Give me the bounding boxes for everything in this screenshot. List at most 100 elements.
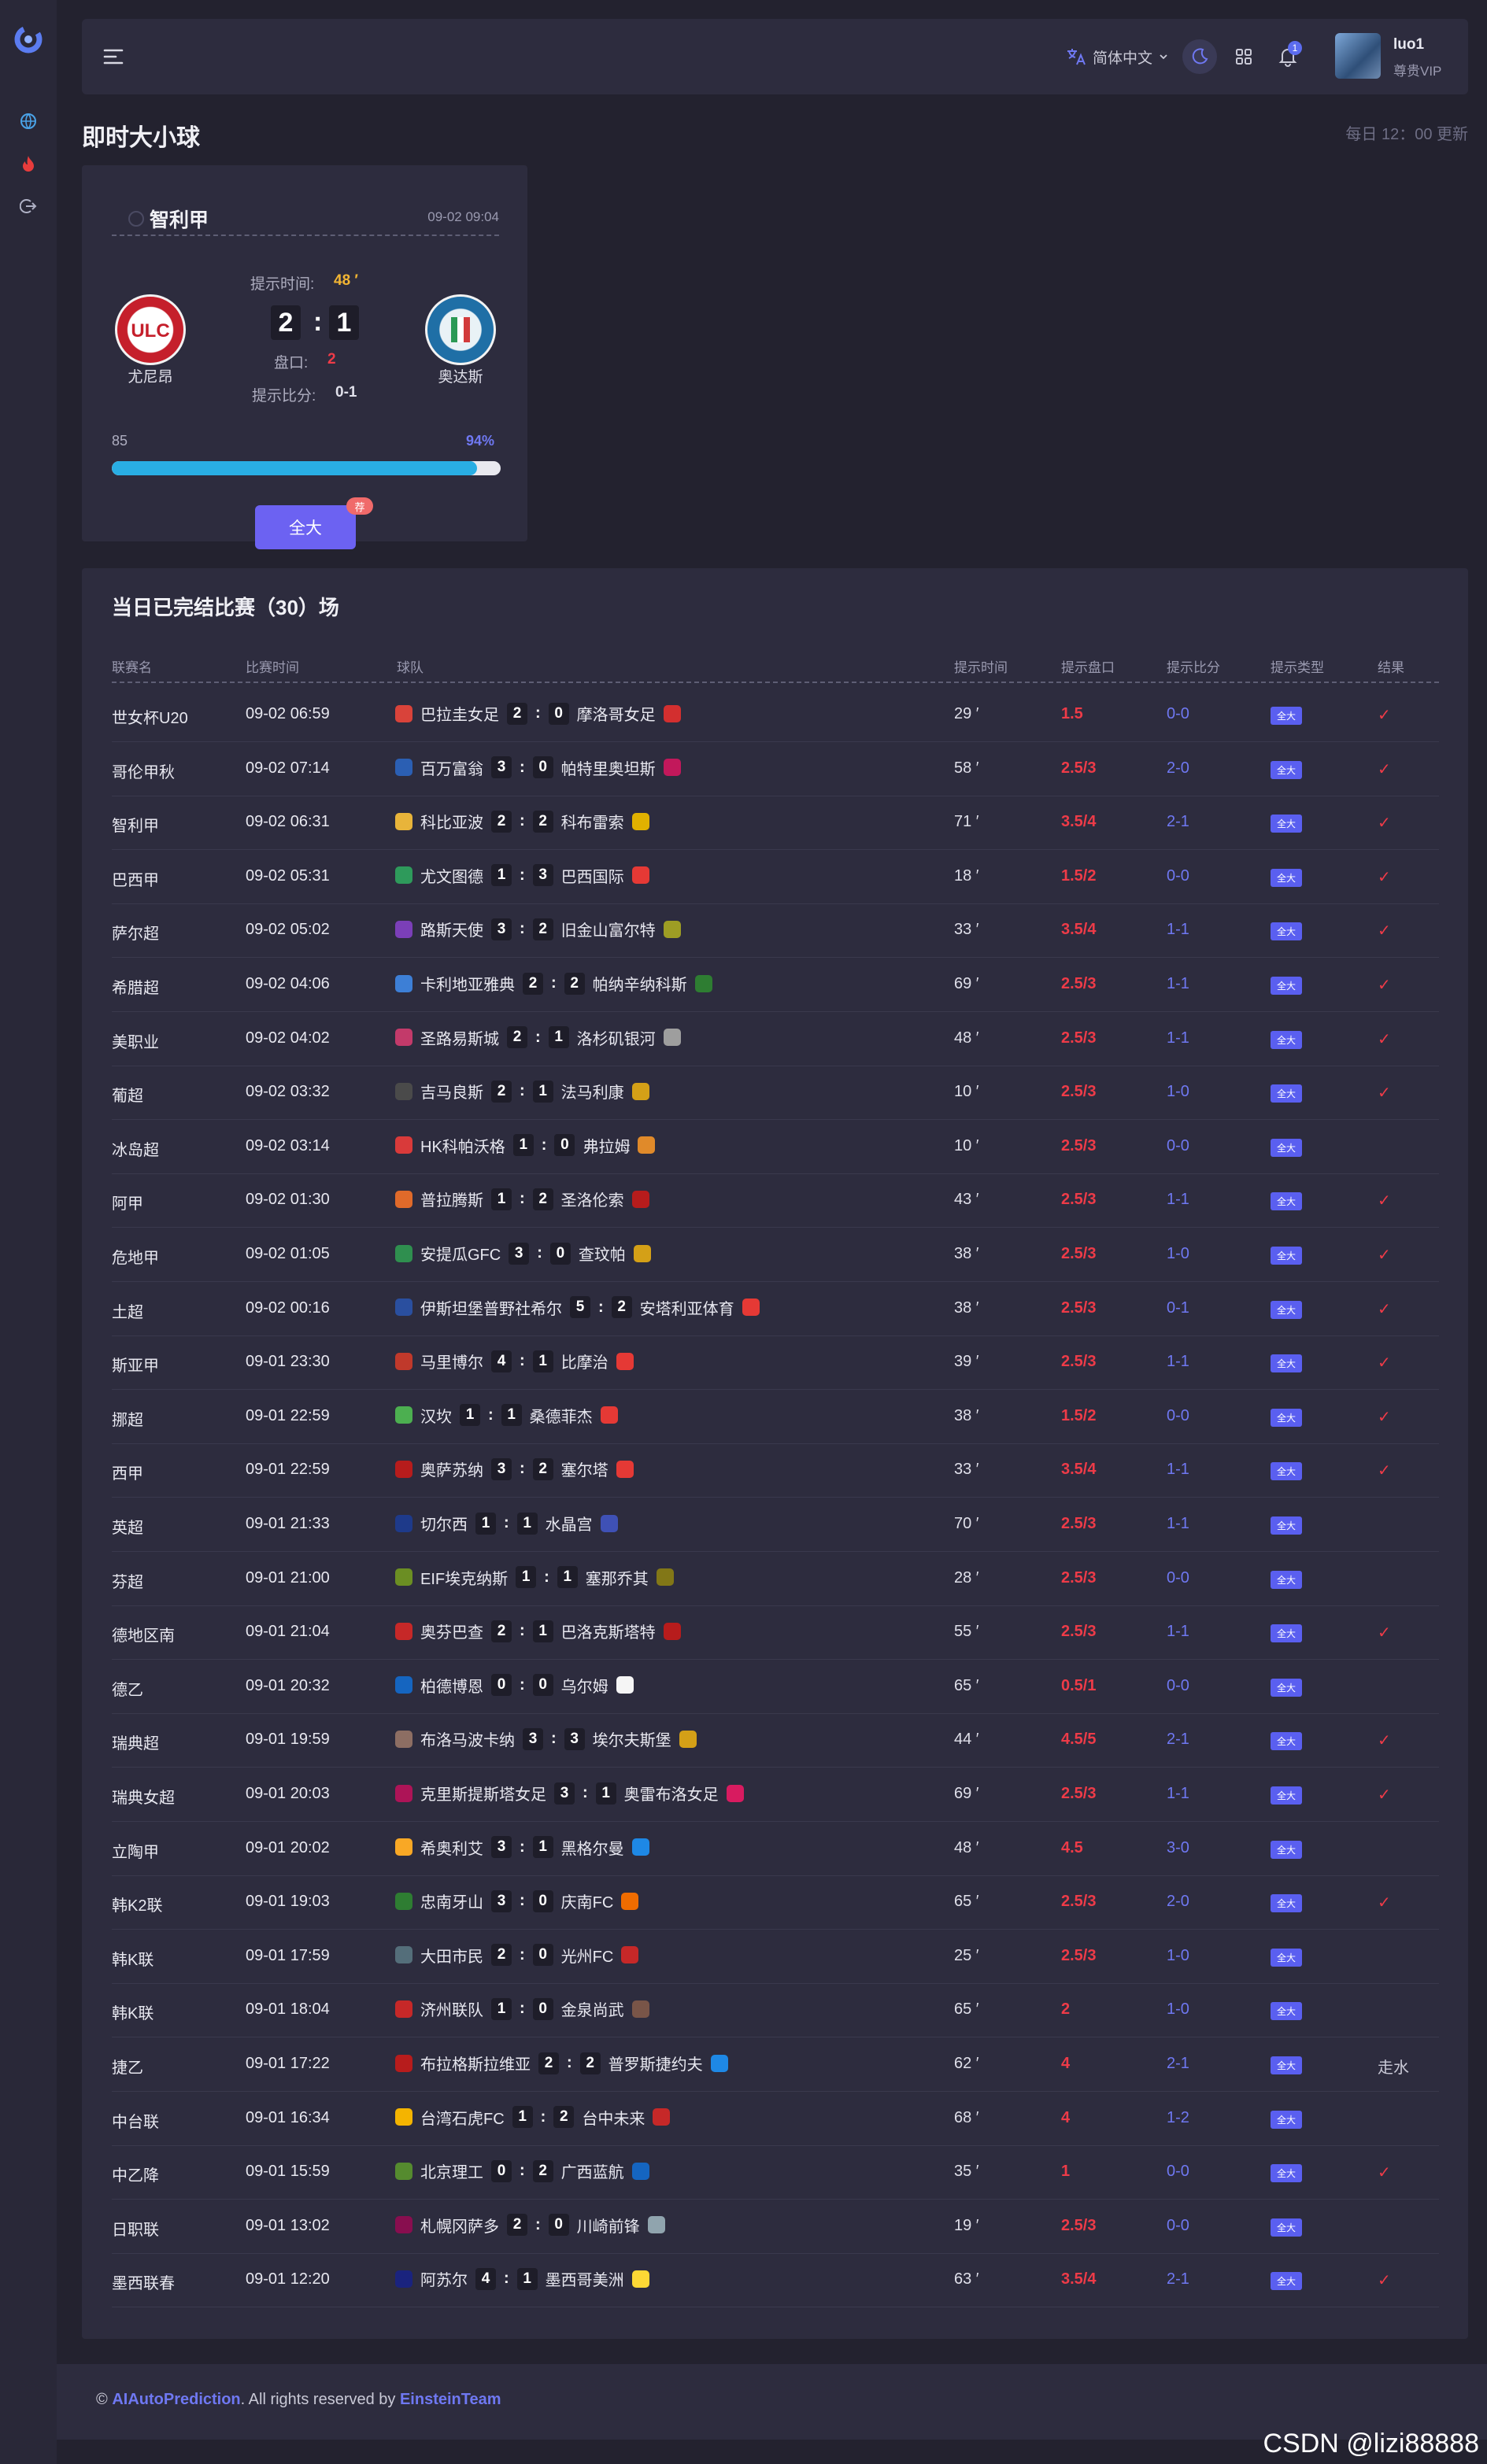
app-logo[interactable]: [11, 22, 46, 57]
row-league: 希腊超: [112, 980, 159, 997]
table-row: 危地甲 09-02 01:05 安提瓜GFC 3:0 查玟帕 38 ′ 2.5/3 1-0 全大…: [112, 1228, 1439, 1282]
tip-type-button[interactable]: 全大: [255, 505, 356, 549]
row-home-team: 阿苏尔: [420, 2272, 468, 2290]
row-tip-line: 2.5/3: [1061, 1191, 1097, 1209]
away-logo-icon: [633, 1244, 651, 1262]
row-tip-type-badge: 全大: [1271, 1192, 1303, 1211]
user-role: 尊贵VIP: [1393, 64, 1442, 79]
row-away-team: 广西蓝航: [560, 2164, 624, 2182]
menu-toggle-icon[interactable]: [102, 46, 126, 68]
globe-icon[interactable]: [17, 110, 39, 132]
notifications-button[interactable]: 1: [1271, 39, 1305, 74]
away-logo-icon: [600, 1406, 618, 1424]
live-datetime: 09-02 09:04: [427, 209, 499, 224]
row-tip-type-badge: 全大: [1271, 868, 1303, 887]
row-tip-time: 38 ′: [954, 1406, 979, 1424]
row-away-team: 塞尔塔: [560, 1462, 608, 1480]
row-league: 捷乙: [112, 2059, 143, 2077]
logout-icon[interactable]: [17, 195, 39, 217]
row-tip-time: 10 ′: [954, 1136, 979, 1154]
row-away-team: 奥雷布洛女足: [623, 1786, 719, 1804]
user-name[interactable]: luo1: [1393, 36, 1424, 54]
row-away-team: 帕纳辛纳科斯: [592, 977, 687, 994]
row-league: 世女杯U20: [112, 710, 188, 727]
row-time: 09-02 06:31: [246, 813, 330, 831]
table-row: 中台联 09-01 16:34 台湾石虎FC 1:2 台中未来 68 ′ 4 1-2 全大: [112, 2092, 1439, 2146]
row-home-score: 3: [491, 756, 512, 779]
row-time: 09-01 17:22: [246, 2055, 330, 2072]
row-time: 09-01 16:34: [246, 2108, 330, 2126]
notification-count-badge: 1: [1288, 41, 1302, 55]
apps-button[interactable]: [1226, 39, 1261, 74]
team-link[interactable]: EinsteinTeam: [400, 2391, 501, 2408]
row-score-separator: :: [520, 920, 525, 938]
check-icon: ✓: [1378, 1462, 1391, 1480]
row-teams: 巴拉圭女足 2:0 摩洛哥女足: [395, 702, 681, 725]
row-tip-time: 62 ′: [954, 2055, 979, 2072]
row-away-team: 黑格尔曼: [560, 1840, 624, 1858]
row-league: 哥伦甲秋: [112, 763, 175, 781]
away-logo-icon: [631, 866, 649, 885]
table-header: 联赛名 比赛时间 球队 提示时间 提示盘口 提示比分 提示类型 结果: [112, 650, 1439, 683]
row-score-separator: :: [520, 2000, 525, 2018]
row-away-score: 0: [549, 1242, 571, 1265]
row-away-score: 0: [532, 1890, 553, 1912]
row-result: 走水: [1378, 2059, 1409, 2077]
row-tip-time: 68 ′: [954, 2108, 979, 2126]
row-tip-type-badge: 全大: [1271, 1948, 1303, 1967]
row-tip-type-badge: 全大: [1271, 1678, 1303, 1697]
row-away-score: 2: [564, 972, 585, 995]
row-tip-time: 55 ′: [954, 1623, 979, 1641]
row-tip-line: 2.5/3: [1061, 975, 1097, 992]
away-team-name: 奥达斯: [438, 369, 483, 386]
row-tip-line: 2.5/3: [1061, 1785, 1097, 1802]
home-logo-icon: [395, 1730, 412, 1748]
row-teams: 布拉格斯拉维亚 2:2 普罗斯捷约夫: [395, 2052, 728, 2074]
row-away-score: 1: [532, 1620, 553, 1642]
row-teams: 济州联队 1:0 金泉尚武: [395, 1997, 649, 2020]
row-away-team: 桑德菲杰: [529, 1408, 593, 1426]
brand-link[interactable]: AIAutoPrediction: [112, 2391, 240, 2408]
row-time: 09-01 20:32: [246, 1676, 330, 1694]
user-avatar[interactable]: [1335, 33, 1381, 79]
home-logo-icon: [395, 974, 412, 992]
home-logo-icon: [395, 1029, 412, 1047]
row-time: 09-01 21:00: [246, 1568, 330, 1587]
check-icon: ✓: [1378, 922, 1391, 940]
row-tip-score: 2-1: [1167, 2055, 1189, 2072]
row-score-separator: :: [520, 1675, 525, 1694]
check-icon: ✓: [1378, 1030, 1391, 1048]
row-teams: 百万富翁 3:0 帕特里奥坦斯: [395, 756, 681, 779]
row-tip-time: 48 ′: [954, 1838, 979, 1856]
check-icon: ✓: [1378, 868, 1391, 886]
table-row: 英超 09-01 21:33 切尔西 1:1 水晶宫 70 ′ 2.5/3 1-1 全大: [112, 1498, 1439, 1552]
away-logo-icon: [631, 1190, 649, 1208]
dark-mode-button[interactable]: [1182, 39, 1217, 74]
svg-text:ULC: ULC: [131, 320, 169, 342]
row-away-team: 普罗斯捷约夫: [608, 2056, 703, 2074]
header-teams: 球队: [397, 660, 424, 675]
row-tip-score: 2-1: [1167, 1731, 1189, 1749]
row-away-team: 摩洛哥女足: [576, 707, 656, 724]
row-away-score: 1: [595, 1782, 616, 1805]
row-teams: 马里博尔 4:1 比摩治: [395, 1350, 634, 1372]
home-logo-icon: [395, 1676, 412, 1694]
row-home-team: 普拉腾斯: [420, 1192, 483, 1210]
row-away-team: 金泉尚武: [560, 2002, 624, 2020]
language-selector[interactable]: 简体中文: [1066, 44, 1168, 69]
row-home-team: 奥萨苏纳: [420, 1462, 483, 1480]
row-tip-line: 2.5/3: [1061, 1568, 1097, 1587]
row-away-team: 比摩治: [560, 1354, 608, 1372]
row-tip-line: 2: [1061, 2000, 1071, 2019]
progress-percent: 94%: [466, 433, 495, 449]
check-icon: ✓: [1378, 1786, 1391, 1804]
row-tip-type-badge: 全大: [1271, 2002, 1303, 2021]
sidebar: [0, 0, 57, 2464]
row-away-score: 1: [557, 1566, 578, 1589]
check-icon: ✓: [1378, 1300, 1391, 1318]
check-icon: ✓: [1378, 977, 1391, 994]
row-tip-type-badge: 全大: [1271, 1408, 1303, 1427]
table-row: 韩K联 09-01 18:04 济州联队 1:0 金泉尚武 65 ′ 2 1-0 全大: [112, 1983, 1439, 2038]
fire-icon[interactable]: [17, 153, 39, 175]
row-home-team: HK科帕沃格: [420, 1138, 505, 1156]
